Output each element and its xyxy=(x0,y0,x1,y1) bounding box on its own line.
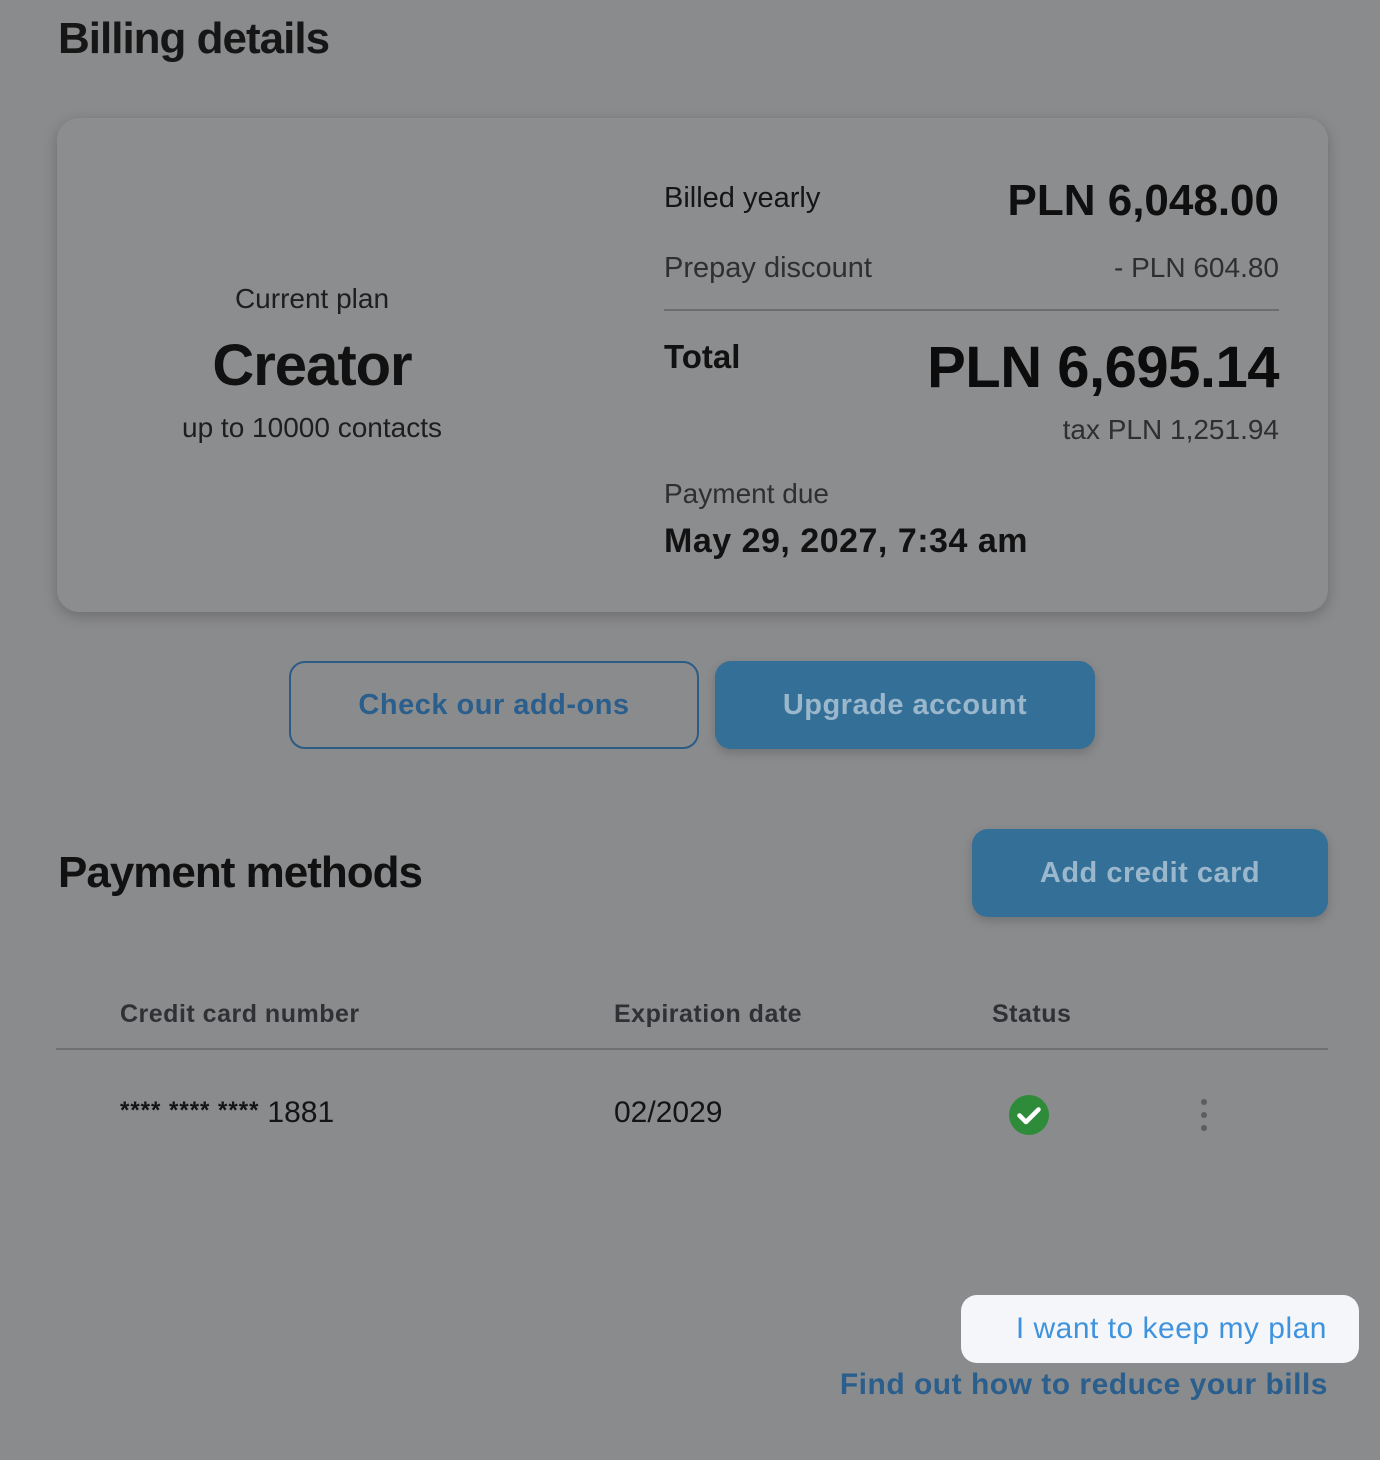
card-number-mask: **** **** **** xyxy=(120,1097,260,1124)
card-number-cell: **** **** **** 1881 xyxy=(120,1096,334,1130)
add-credit-card-button[interactable]: Add credit card xyxy=(972,829,1328,917)
payment-methods-title: Payment methods xyxy=(58,848,423,897)
billing-summary-card: Current plan Creator up to 10000 contact… xyxy=(57,118,1328,612)
check-addons-button[interactable]: Check our add-ons xyxy=(289,661,699,749)
tax-row: tax PLN 1,251.94 xyxy=(664,414,1279,450)
page-title: Billing details xyxy=(58,14,330,63)
plan-contact-limit: up to 10000 contacts xyxy=(182,412,442,443)
check-circle-icon xyxy=(1009,1095,1049,1135)
upgrade-account-button[interactable]: Upgrade account xyxy=(715,661,1095,749)
payment-due-date: May 29, 2027, 7:34 am xyxy=(664,522,1028,560)
total-amount: PLN 6,695.14 xyxy=(927,335,1279,400)
tax-amount: tax PLN 1,251.94 xyxy=(1062,414,1279,445)
payment-due-label: Payment due xyxy=(664,478,829,509)
prepay-discount-row: Prepay discount - PLN 604.80 xyxy=(664,252,1279,288)
price-summary: Billed yearly PLN 6,048.00 Prepay discou… xyxy=(664,118,1279,612)
billed-yearly-amount: PLN 6,048.00 xyxy=(1007,176,1280,225)
total-row: Total PLN 6,695.14 xyxy=(664,334,1279,404)
current-plan-section: Current plan Creator up to 10000 contact… xyxy=(57,118,567,612)
prepay-discount-label: Prepay discount xyxy=(664,252,872,284)
total-label: Total xyxy=(664,338,741,375)
prepay-discount-amount: - PLN 604.80 xyxy=(1114,252,1279,283)
billed-yearly-label: Billed yearly xyxy=(664,182,821,214)
reduce-bills-link[interactable]: Find out how to reduce your bills xyxy=(840,1368,1328,1402)
column-header-card-number: Credit card number xyxy=(120,1000,360,1028)
card-last-four: 1881 xyxy=(267,1096,335,1129)
current-plan-caption: Current plan xyxy=(234,283,390,314)
table-row: **** **** **** 1881 02/2029 xyxy=(56,1050,1328,1180)
keep-plan-button[interactable]: I want to keep my plan xyxy=(961,1295,1359,1363)
expiration-date-cell: 02/2029 xyxy=(614,1096,723,1129)
plan-name: Creator xyxy=(212,333,412,398)
summary-divider xyxy=(664,309,1279,311)
billed-yearly-row: Billed yearly PLN 6,048.00 xyxy=(664,176,1279,226)
more-options-icon[interactable] xyxy=(1194,1094,1214,1136)
column-header-expiration: Expiration date xyxy=(614,1000,803,1028)
column-header-status: Status xyxy=(992,1000,1072,1028)
